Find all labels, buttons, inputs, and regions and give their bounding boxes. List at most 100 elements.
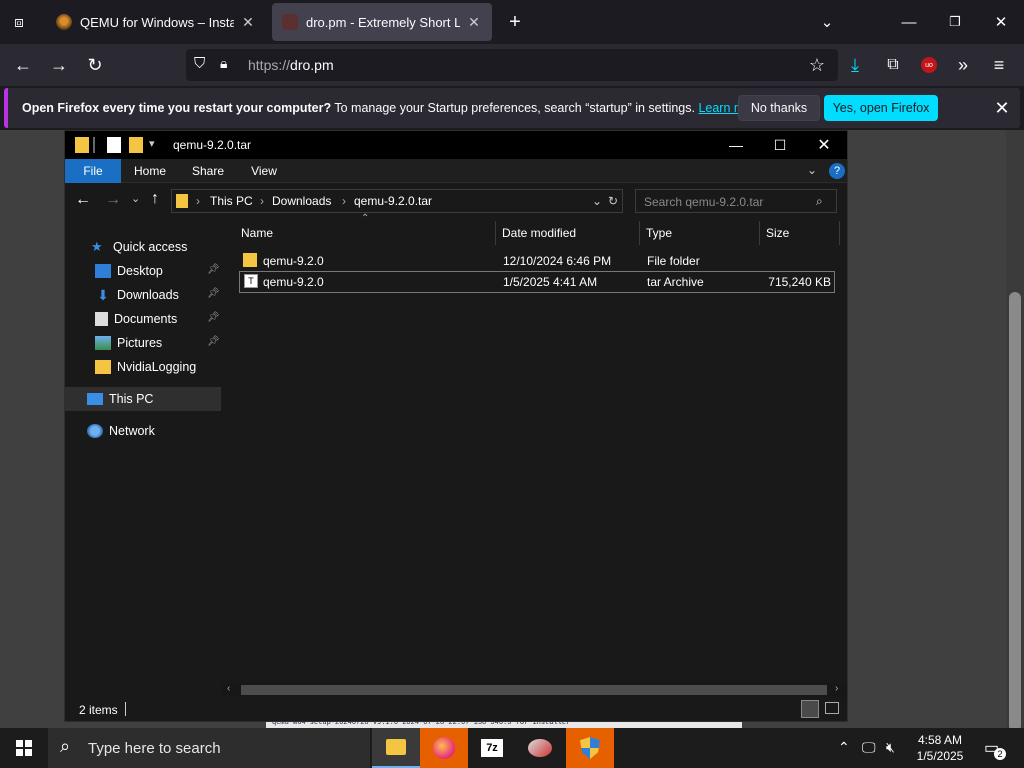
column-divider[interactable] bbox=[839, 221, 840, 245]
item-count: 2 items bbox=[79, 703, 118, 717]
nav-documents[interactable]: Documents 📌︎ bbox=[65, 307, 221, 331]
downloads-icon[interactable]: ⤓ bbox=[840, 50, 870, 80]
volume-muted-icon[interactable]: 🔇︎ bbox=[886, 739, 895, 756]
reload-icon[interactable]: ↻ bbox=[80, 50, 110, 80]
no-thanks-button[interactable]: No thanks bbox=[738, 95, 820, 121]
pin-icon[interactable]: 📌︎ bbox=[207, 312, 220, 323]
file-row[interactable]: T qemu-9.2.0 1/5/2025 4:41 AM tar Archiv… bbox=[239, 271, 835, 293]
shield-icon[interactable]: ⛉ bbox=[194, 55, 205, 72]
nav-label: Pictures bbox=[117, 336, 163, 350]
column-name[interactable]: Name bbox=[235, 221, 495, 245]
chevron-up-icon[interactable]: ⌃ bbox=[838, 739, 850, 756]
overflow-menu-icon[interactable]: » bbox=[948, 50, 978, 80]
nav-this-pc[interactable]: This PC bbox=[65, 387, 221, 411]
forward-icon[interactable]: → bbox=[105, 191, 121, 209]
pin-icon[interactable]: 📌︎ bbox=[207, 264, 220, 275]
shield-icon[interactable] bbox=[566, 728, 614, 768]
taskbar-search[interactable]: ⌕ Type here to search bbox=[48, 728, 370, 768]
back-icon[interactable]: ← bbox=[8, 50, 38, 80]
back-icon[interactable]: ← bbox=[75, 191, 91, 209]
close-tab-icon[interactable]: ✕ bbox=[466, 14, 482, 31]
search-placeholder: Type here to search bbox=[88, 740, 221, 757]
nav-desktop[interactable]: Desktop 📌︎ bbox=[65, 259, 221, 283]
file-explorer-icon[interactable] bbox=[372, 728, 420, 768]
tab-list-icon[interactable]: ⧈ bbox=[4, 7, 34, 37]
nav-pictures[interactable]: Pictures 📌︎ bbox=[65, 331, 221, 355]
ribbon-tab-file[interactable]: File bbox=[65, 159, 121, 183]
scroll-left-icon[interactable]: ‹ bbox=[227, 683, 230, 694]
close-window-icon[interactable]: ✕ bbox=[801, 131, 847, 159]
pin-icon[interactable]: 📌︎ bbox=[207, 336, 220, 347]
url-bar[interactable]: ⛉ 🔒︎ https://dro.pm bbox=[186, 49, 838, 81]
url-text[interactable]: https://dro.pm bbox=[248, 57, 334, 73]
breadcrumb-separator[interactable]: › bbox=[196, 194, 200, 208]
scroll-right-icon[interactable]: › bbox=[835, 683, 838, 694]
maximize-icon[interactable]: ☐ bbox=[757, 131, 803, 159]
details-view-icon[interactable] bbox=[801, 700, 819, 718]
search-icon[interactable]: ⌕ bbox=[816, 194, 823, 209]
horizontal-scrollbar[interactable]: ‹ › bbox=[221, 683, 847, 697]
extensions-icon[interactable]: ⧉ bbox=[878, 50, 908, 80]
notification-count-badge: 2 bbox=[994, 748, 1006, 760]
restore-icon[interactable]: ❐ bbox=[932, 0, 978, 44]
nav-quick-access[interactable]: ★ Quick access bbox=[65, 235, 221, 259]
ribbon-tab-home[interactable]: Home bbox=[125, 159, 175, 183]
clock-time: 4:58 AM bbox=[917, 733, 963, 747]
hamburger-menu-icon[interactable]: ≡ bbox=[984, 50, 1014, 80]
properties-icon[interactable] bbox=[107, 137, 121, 153]
nav-nvidialogging[interactable]: NvidiaLogging bbox=[65, 355, 221, 379]
yes-open-firefox-button[interactable]: Yes, open Firefox bbox=[824, 95, 938, 121]
help-icon[interactable]: ? bbox=[829, 163, 845, 179]
tab-title: QEMU for Windows – Installers bbox=[80, 14, 234, 30]
minimize-icon[interactable]: — bbox=[886, 0, 932, 44]
nav-label: This PC bbox=[109, 392, 154, 406]
recent-locations-icon[interactable]: ⌄ bbox=[131, 192, 140, 205]
network-status-icon[interactable]: 🖵︎ bbox=[862, 739, 876, 756]
firefox-icon[interactable] bbox=[420, 728, 468, 768]
new-folder-icon[interactable] bbox=[129, 137, 143, 153]
ribbon-tab-share[interactable]: Share bbox=[183, 159, 233, 183]
close-tab-icon[interactable]: ✕ bbox=[240, 14, 256, 31]
plus-icon[interactable]: + bbox=[500, 7, 530, 37]
column-date-modified[interactable]: Date modified bbox=[496, 221, 640, 245]
close-notification-icon[interactable]: ✕ bbox=[990, 96, 1014, 120]
breadcrumb-current[interactable]: qemu-9.2.0.tar bbox=[354, 194, 432, 208]
customize-toolbar-icon[interactable]: ▾ bbox=[149, 137, 155, 150]
scrollbar-thumb[interactable] bbox=[1009, 292, 1021, 732]
breadcrumb-this-pc[interactable]: This PC bbox=[210, 194, 253, 208]
bookmark-star-icon[interactable]: ☆ bbox=[802, 50, 832, 80]
nav-network[interactable]: Network bbox=[65, 419, 221, 443]
app-icon[interactable] bbox=[516, 728, 564, 768]
clock-date: 1/5/2025 bbox=[916, 749, 964, 763]
column-type[interactable]: Type bbox=[640, 221, 760, 245]
large-icons-view-icon[interactable] bbox=[825, 702, 839, 714]
7zip-icon[interactable]: 7z bbox=[468, 728, 516, 768]
breadcrumb-separator[interactable]: › bbox=[260, 194, 264, 208]
close-window-icon[interactable]: ✕ bbox=[978, 0, 1024, 44]
column-size[interactable]: Size bbox=[760, 221, 840, 245]
minimize-icon[interactable]: — bbox=[713, 131, 759, 159]
nav-downloads[interactable]: ⬇ Downloads 📌︎ bbox=[65, 283, 221, 307]
expand-ribbon-icon[interactable]: ⌄ bbox=[807, 163, 817, 177]
lock-icon[interactable]: 🔒︎ bbox=[220, 55, 227, 72]
scrollbar-thumb[interactable] bbox=[241, 685, 827, 695]
address-bar[interactable]: › This PC › Downloads › qemu-9.2.0.tar ⌄… bbox=[171, 189, 623, 213]
chevron-down-icon[interactable]: ⌄ bbox=[804, 0, 850, 44]
address-dropdown-icon[interactable]: ⌄ bbox=[592, 194, 602, 208]
ribbon-tab-view[interactable]: View bbox=[239, 159, 289, 183]
tab-dro-pm[interactable]: dro.pm - Extremely Short Links ✕ bbox=[272, 3, 492, 41]
system-clock[interactable]: 4:58 AM 1/5/2025 bbox=[910, 732, 970, 764]
forward-icon[interactable]: → bbox=[44, 50, 74, 80]
explorer-search-box[interactable]: Search qemu-9.2.0.tar ⌕ bbox=[635, 189, 837, 213]
tab-qemu[interactable]: QEMU for Windows – Installers ✕ bbox=[46, 3, 266, 41]
ublock-icon[interactable]: uo bbox=[914, 50, 944, 80]
breadcrumb-separator[interactable]: › bbox=[342, 194, 346, 208]
refresh-icon[interactable]: ↻ bbox=[608, 194, 618, 208]
file-row[interactable]: qemu-9.2.0 12/10/2024 6:46 PM File folde… bbox=[239, 251, 835, 271]
document-icon bbox=[95, 312, 108, 326]
page-scrollbar[interactable] bbox=[1006, 130, 1024, 732]
pin-icon[interactable]: 📌︎ bbox=[207, 288, 220, 299]
up-icon[interactable]: ↑ bbox=[151, 190, 159, 208]
start-button[interactable] bbox=[0, 728, 48, 768]
breadcrumb-downloads[interactable]: Downloads bbox=[272, 194, 331, 208]
